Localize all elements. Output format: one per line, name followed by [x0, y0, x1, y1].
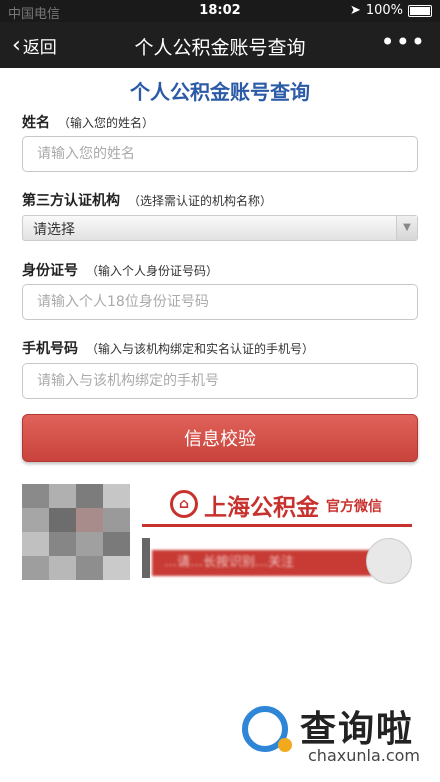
nav-bar: ‹ 返回 个人公积金账号查询 ••• [0, 22, 440, 68]
status-bar: 中国电信 18:02 ➤ 100% [0, 0, 440, 22]
org-label: 第三方认证机构 （选择需认证的机构名称） [22, 190, 272, 210]
watermark-text: 查询啦 [300, 709, 415, 750]
chevron-down-icon: ▼ [396, 216, 417, 240]
id-number-input[interactable] [22, 284, 418, 320]
page-heading: 个人公积金账号查询 [130, 80, 310, 104]
brand-underline [142, 524, 412, 527]
more-menu-icon[interactable]: ••• [381, 28, 426, 56]
wechat-banner[interactable]: ⌂ 上海公积金 官方微信 …请…长按识别…关注 [22, 480, 418, 584]
phone-input[interactable] [22, 363, 418, 399]
site-watermark: 查询啦 chaxunla.com [242, 700, 422, 770]
name-input[interactable] [22, 136, 418, 172]
watermark-logo-icon [242, 706, 292, 752]
housing-fund-logo-icon: ⌂ [170, 490, 198, 518]
brand-title: 上海公积金 [204, 495, 319, 521]
brand-subtitle: 官方微信 [326, 499, 382, 515]
page-content: 个人公积金账号查询 姓名 （输入您的姓名） 第三方认证机构 （选择需认证的机构名称）… [0, 68, 440, 782]
nav-title: 个人公积金账号查询 [134, 37, 306, 59]
phone-hint: （输入与该机构绑定和实名认证的手机号） [86, 342, 315, 356]
org-label-text: 第三方认证机构 [22, 193, 120, 209]
status-right: ➤ 100% [350, 3, 432, 18]
phone-label-text: 手机号码 [22, 341, 78, 357]
follow-strip: …请…长按识别…关注 [152, 550, 372, 576]
org-select[interactable]: 请选择 ▼ [22, 215, 418, 241]
org-hint: （选择需认证的机构名称） [128, 194, 273, 208]
phone-label: 手机号码 （输入与该机构绑定和实名认证的手机号） [22, 338, 314, 358]
name-label-text: 姓名 [22, 115, 50, 131]
id-hint: （输入个人身份证号码） [86, 264, 219, 278]
round-button-icon [366, 538, 412, 584]
location-icon: ➤ [349, 3, 361, 18]
watermark-url: chaxunla.com [308, 746, 420, 765]
battery-icon [408, 4, 432, 17]
blur-mark [142, 538, 150, 578]
name-label: 姓名 （输入您的姓名） [22, 112, 154, 132]
name-hint: （输入您的姓名） [58, 116, 155, 130]
battery-percent: 100% [365, 3, 403, 18]
id-label-text: 身份证号 [22, 263, 78, 279]
org-select-value: 请选择 [33, 222, 75, 238]
verify-button[interactable]: 信息校验 [22, 414, 418, 462]
id-label: 身份证号 （输入个人身份证号码） [22, 260, 218, 280]
qr-code-image [22, 484, 130, 580]
